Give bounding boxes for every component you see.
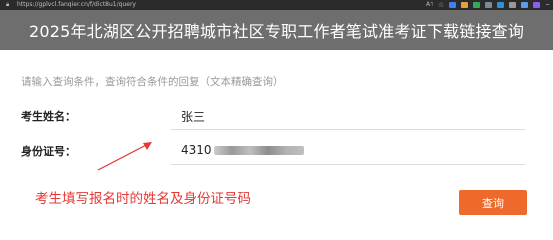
query-button[interactable]: 查询 (459, 190, 527, 215)
annotation-note: 考生填写报名时的姓名及身份证号码 (35, 191, 251, 207)
